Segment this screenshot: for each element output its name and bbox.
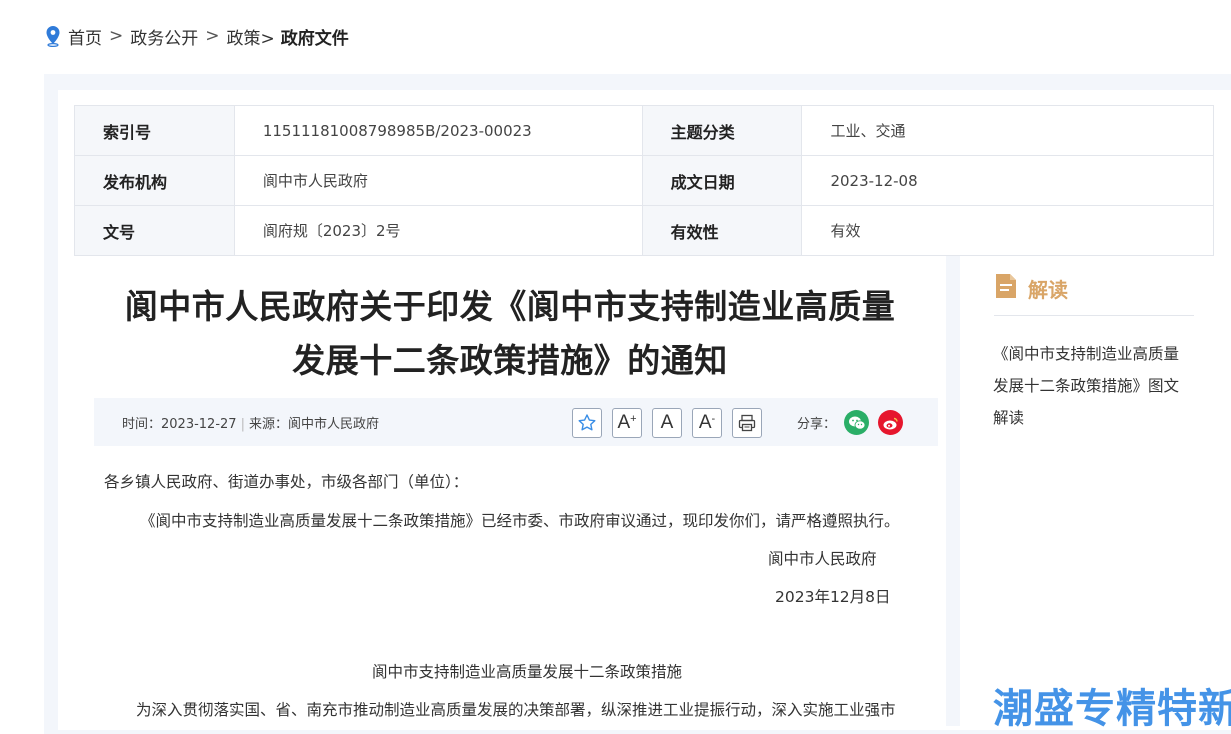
article-title-line: 阆中市人民政府关于印发《阆中市支持制造业高质量 (124, 287, 896, 326)
breadcrumb: 首页 > 政务公开 > 政策> 政府文件 (44, 24, 349, 49)
publish-time: 时间：2023-12-27 (122, 417, 237, 432)
interpretation-link[interactable]: 《阆中市支持制造业高质量发展十二条政策措施》图文解读 (993, 338, 1193, 434)
table-row: 索引号 11511181008798985B/2023-00023 主题分类 工… (74, 105, 1214, 156)
body-paragraph: 为深入贯彻落实国、省、南充市推动制造业高质量发展的决策部署，纵深推进工业提振行动… (136, 701, 896, 719)
org-value: 阆中市人民政府 (233, 155, 643, 206)
share-label: 分享： (797, 417, 837, 432)
document-meta-table: 索引号 11511181008798985B/2023-00023 主题分类 工… (74, 105, 1214, 256)
breadcrumb-separator: > (109, 26, 124, 46)
body-paragraph: 《阆中市支持制造业高质量发展十二条政策措施》已经市委、市政府审议通过，现印发你们… (140, 512, 900, 530)
signature-org: 阆中市人民政府 (768, 550, 877, 568)
article-title-line: 发展十二条政策措施》的通知 (292, 341, 728, 380)
validity-label: 有效性 (641, 205, 803, 256)
favorite-button[interactable] (572, 408, 602, 438)
interpretation-heading: 解读 (1028, 278, 1068, 302)
interpretation-sidebar (974, 256, 1214, 726)
wechat-share-button[interactable] (844, 410, 869, 435)
minus-sign: - (711, 413, 716, 425)
signature-date: 2023年12月8日 (775, 588, 891, 606)
salutation: 各乡镇人民政府、街道办事处，市级各部门（单位）： (104, 473, 469, 491)
weibo-share-button[interactable] (878, 410, 903, 435)
print-button[interactable] (732, 408, 762, 438)
font-increase-button[interactable]: A + (612, 408, 642, 438)
org-label: 发布机构 (74, 155, 235, 206)
docno-label: 文号 (74, 205, 235, 256)
breadcrumb-policy-link[interactable]: 政策> (227, 24, 275, 49)
weibo-icon (883, 417, 898, 429)
font-increase-label: A (617, 412, 631, 433)
publish-info: 时间：2023-12-27 | 来源：阆中市人民政府 (122, 417, 379, 432)
font-reset-button[interactable]: A (652, 408, 682, 438)
document-icon (996, 274, 1016, 298)
font-decrease-button[interactable]: A- (692, 408, 722, 438)
index-label: 索引号 (74, 105, 235, 156)
breadcrumb-current: 政府文件 (280, 28, 349, 49)
date-label: 成文日期 (641, 155, 803, 206)
attachment-title: 阆中市支持制造业高质量发展十二条政策措施 (372, 663, 683, 681)
breadcrumb-separator: > (205, 26, 220, 46)
printer-icon (738, 414, 756, 432)
star-icon (578, 414, 596, 431)
index-value: 11511181008798985B/2023-00023 (233, 105, 643, 156)
publish-source: 来源：阆中市人民政府 (248, 417, 379, 432)
location-pin-icon (46, 26, 60, 47)
table-row: 发布机构 阆中市人民政府 成文日期 2023-12-08 (74, 155, 1214, 206)
interpretation-header: 解读 (994, 272, 1194, 316)
breadcrumb-gov-open-link[interactable]: 政务公开 (130, 24, 198, 49)
table-row: 文号 阆府规〔2023〕2号 有效性 有效 (74, 205, 1214, 256)
font-decrease-label: A (698, 412, 712, 433)
article-info-bar: 时间：2023-12-27 | 来源：阆中市人民政府 A + A A- 分享： (94, 398, 938, 446)
topic-value: 工业、交通 (801, 105, 1214, 156)
watermark-text: 潮盛专精特新 (993, 686, 1231, 732)
breadcrumb-home-link[interactable]: 首页 (68, 24, 102, 49)
validity-value: 有效 (801, 205, 1214, 256)
font-reset-label: A (660, 412, 674, 433)
date-value: 2023-12-08 (801, 155, 1214, 206)
plus-sign: + (630, 413, 637, 425)
wechat-icon (848, 416, 865, 430)
topic-label: 主题分类 (641, 105, 803, 156)
article-title: 阆中市人民政府关于印发《阆中市支持制造业高质量 发展十二条政策措施》的通知 (74, 280, 946, 388)
docno-value: 阆府规〔2023〕2号 (233, 205, 643, 256)
